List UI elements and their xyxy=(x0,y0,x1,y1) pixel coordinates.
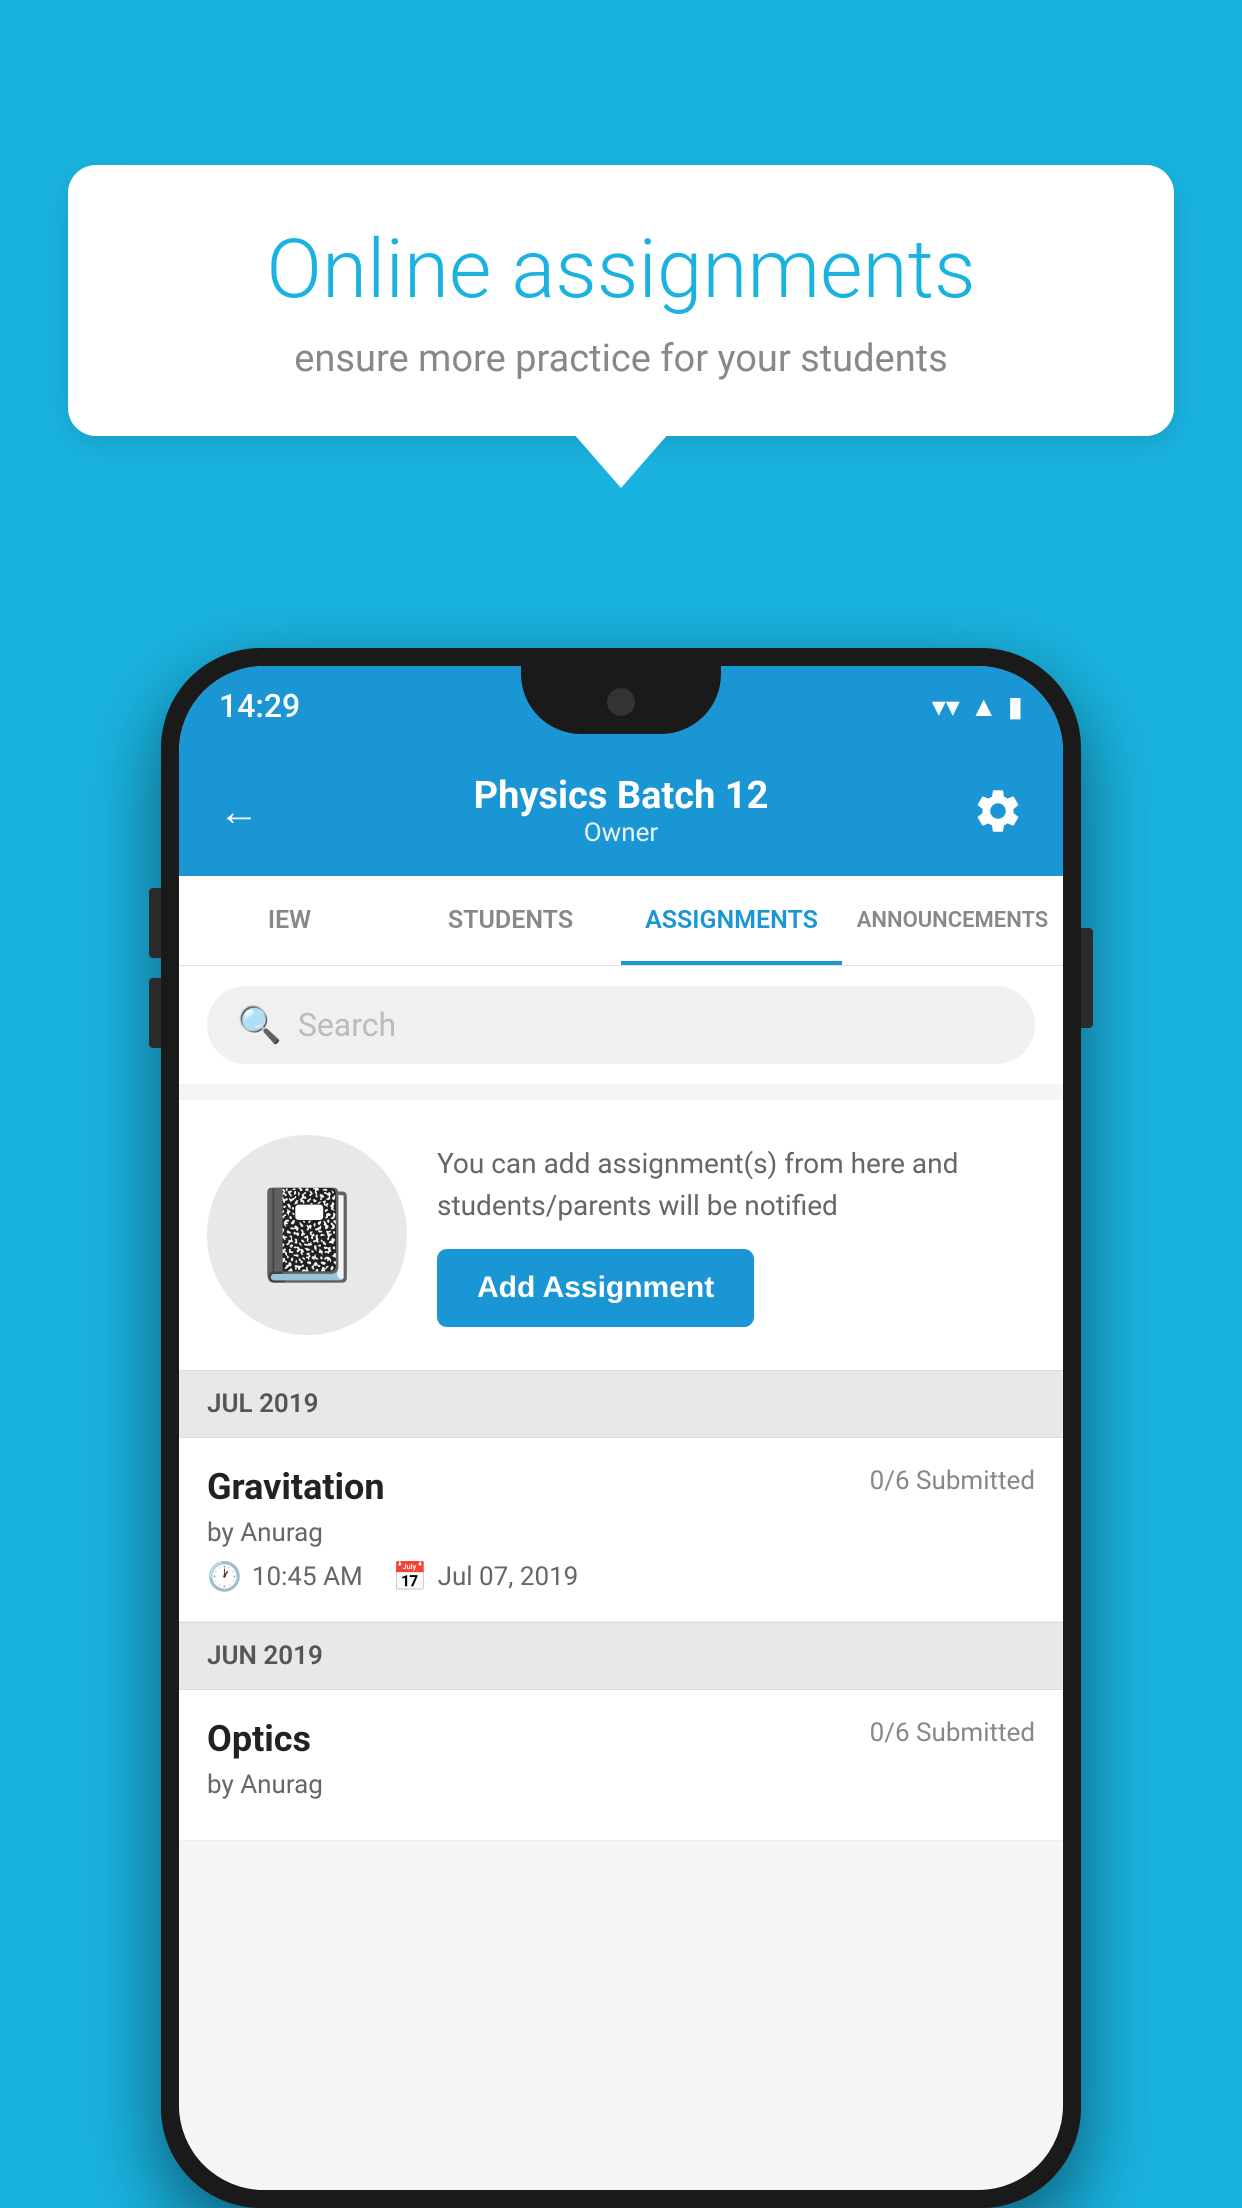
gear-icon xyxy=(972,785,1024,837)
header-title: Physics Batch 12 xyxy=(474,774,769,818)
assignment-title-gravitation: Gravitation xyxy=(207,1466,385,1508)
tab-assignments[interactable]: ASSIGNMENTS xyxy=(621,876,842,965)
status-time: 14:29 xyxy=(219,687,300,725)
settings-button[interactable] xyxy=(963,776,1033,846)
tab-iew-label: IEW xyxy=(268,906,311,935)
assignment-submitted-optics: 0/6 Submitted xyxy=(870,1718,1035,1748)
notebook-icon: 📓 xyxy=(251,1183,363,1288)
battery-icon: ▮ xyxy=(1008,690,1023,723)
volume-up-button xyxy=(149,888,161,958)
assignment-time-item: 🕐 10:45 AM xyxy=(207,1560,363,1593)
search-container: 🔍 Search xyxy=(179,966,1063,1084)
add-assignment-promo: 📓 You can add assignment(s) from here an… xyxy=(179,1100,1063,1370)
content-area: 🔍 Search 📓 You can add assignment(s) fro… xyxy=(179,966,1063,2190)
assignment-date-gravitation: Jul 07, 2019 xyxy=(438,1562,579,1592)
assignment-meta-gravitation: 🕐 10:45 AM 📅 Jul 07, 2019 xyxy=(207,1560,1035,1593)
promo-subtitle: ensure more practice for your students xyxy=(138,337,1104,381)
calendar-icon: 📅 xyxy=(393,1560,428,1593)
assignment-top-optics: Optics 0/6 Submitted xyxy=(207,1718,1035,1760)
assignment-item-gravitation[interactable]: Gravitation 0/6 Submitted by Anurag 🕐 10… xyxy=(179,1438,1063,1622)
promo-description: You can add assignment(s) from here and … xyxy=(437,1143,1035,1227)
promo-title: Online assignments xyxy=(138,225,1104,315)
tab-assignments-label: ASSIGNMENTS xyxy=(645,906,818,935)
phone-screen: 14:29 ▾▾ ▲ ▮ ← Physics Batch 12 Owner xyxy=(179,666,1063,2190)
back-arrow-icon: ← xyxy=(219,788,259,835)
header-subtitle: Owner xyxy=(474,818,769,848)
assignment-date-item: 📅 Jul 07, 2019 xyxy=(393,1560,579,1593)
volume-down-button xyxy=(149,978,161,1048)
notebook-icon-wrapper: 📓 xyxy=(207,1135,407,1335)
assignment-title-optics: Optics xyxy=(207,1718,311,1760)
assignment-item-optics[interactable]: Optics 0/6 Submitted by Anurag xyxy=(179,1690,1063,1841)
app-header: ← Physics Batch 12 Owner xyxy=(179,746,1063,876)
phone-wrapper: 14:29 ▾▾ ▲ ▮ ← Physics Batch 12 Owner xyxy=(161,648,1081,2208)
search-icon: 🔍 xyxy=(237,1004,282,1046)
search-placeholder: Search xyxy=(298,1006,396,1044)
section-header-jun: JUN 2019 xyxy=(179,1622,1063,1690)
assignment-time-gravitation: 10:45 AM xyxy=(252,1562,363,1592)
notch xyxy=(521,666,721,734)
tab-students-label: STUDENTS xyxy=(448,906,573,935)
back-button[interactable]: ← xyxy=(209,781,269,841)
header-title-group: Physics Batch 12 Owner xyxy=(474,774,769,848)
tab-students[interactable]: STUDENTS xyxy=(400,876,621,965)
assignment-by-gravitation: by Anurag xyxy=(207,1518,1035,1548)
signal-icon: ▲ xyxy=(970,690,998,723)
wifi-icon: ▾▾ xyxy=(932,690,960,723)
promo-card: Online assignments ensure more practice … xyxy=(68,165,1174,436)
tab-announcements[interactable]: ANNOUNCEMENTS xyxy=(842,876,1063,965)
assignment-by-optics: by Anurag xyxy=(207,1770,1035,1800)
power-button xyxy=(1081,928,1093,1028)
tabs-bar: IEW STUDENTS ASSIGNMENTS ANNOUNCEMENTS xyxy=(179,876,1063,966)
tab-iew[interactable]: IEW xyxy=(179,876,400,965)
section-header-jul: JUL 2019 xyxy=(179,1370,1063,1438)
camera xyxy=(607,688,635,716)
promo-content: You can add assignment(s) from here and … xyxy=(437,1143,1035,1327)
clock-icon: 🕐 xyxy=(207,1560,242,1593)
search-bar[interactable]: 🔍 Search xyxy=(207,986,1035,1064)
tab-announcements-label: ANNOUNCEMENTS xyxy=(857,908,1048,933)
assignment-top-gravitation: Gravitation 0/6 Submitted xyxy=(207,1466,1035,1508)
status-icons: ▾▾ ▲ ▮ xyxy=(932,690,1023,723)
assignment-submitted-gravitation: 0/6 Submitted xyxy=(870,1466,1035,1496)
add-assignment-button[interactable]: Add Assignment xyxy=(437,1249,754,1327)
